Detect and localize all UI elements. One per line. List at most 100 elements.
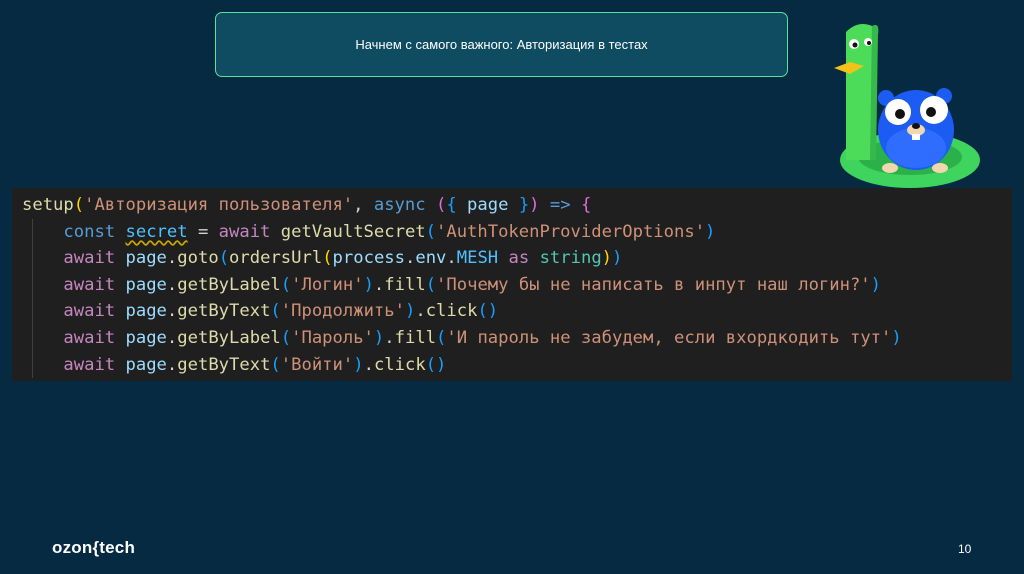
slide-title-box: Начнем с самого важного: Авторизация в т…	[215, 12, 788, 77]
code-token: const	[63, 221, 116, 242]
logo-text: ozon	[52, 538, 93, 557]
code-token: page	[467, 195, 509, 215]
code-token: (	[270, 301, 281, 322]
code-token: (	[435, 195, 447, 215]
code-token: await	[63, 248, 116, 269]
code-token: 'И пароль не забудем, если вхордкодить т…	[446, 327, 892, 348]
code-token: .	[363, 354, 374, 375]
code-token: 'Авторизация пользователя'	[84, 195, 354, 215]
code-token: as	[508, 248, 530, 269]
code-token: .	[166, 248, 178, 269]
code-token: goto	[177, 248, 219, 269]
code-token: 'Продолжить'	[280, 301, 405, 322]
gopher-and-green-duck-mascot-icon	[834, 24, 980, 188]
code-token: getByText	[177, 354, 271, 375]
code-token: )	[373, 327, 385, 348]
code-token: )	[529, 195, 540, 215]
code-token: .	[166, 274, 178, 295]
code-token: ordersUrl	[229, 248, 323, 269]
code-token: 'Войти'	[280, 354, 354, 375]
slide-title: Начнем с самого важного: Авторизация в т…	[355, 37, 648, 52]
code-token: 'AuthTokenProviderOptions'	[436, 221, 706, 242]
code-token: await	[63, 301, 116, 322]
indent-guide	[32, 245, 33, 272]
code-token: page	[125, 248, 167, 269]
code-token: (	[436, 327, 447, 348]
code-token: getVaultSecret	[280, 221, 426, 242]
code-line: const secret = await getVaultSecret('Aut…	[22, 218, 1012, 246]
code-token: )	[891, 327, 902, 348]
code-token: }	[518, 195, 530, 215]
indent-guide	[32, 271, 33, 299]
page-number: 10	[958, 542, 972, 556]
code-token: (	[425, 274, 437, 295]
code-token: (	[280, 274, 292, 295]
indent-guide	[32, 324, 33, 352]
ozon-tech-logo: ozon{tech	[52, 538, 135, 558]
code-token: getByText	[177, 301, 271, 322]
code-token: .	[384, 327, 395, 348]
indent-guide	[32, 351, 33, 379]
code-token: string	[539, 248, 602, 269]
presentation-slide: Начнем с самого важного: Авторизация в т…	[0, 0, 1024, 574]
code-token: (	[322, 248, 333, 269]
code-line: setup('Авторизация пользователя', async …	[22, 192, 1012, 219]
code-token: process	[332, 248, 405, 269]
code-token: )	[705, 221, 716, 242]
code-token: getByLabel	[177, 327, 281, 348]
code-token: 'Пароль'	[291, 327, 374, 348]
code-line: await page.getByLabel('Пароль').fill('И …	[22, 324, 1012, 352]
code-token: page	[125, 274, 167, 295]
code-token: .	[166, 327, 178, 348]
code-token: 'Логин'	[291, 274, 364, 295]
code-token: (	[425, 221, 436, 242]
code-token: fill	[384, 274, 426, 295]
code-token: click	[373, 354, 426, 375]
code-token: )	[353, 354, 364, 375]
code-token: )	[870, 274, 882, 295]
code-token: await	[218, 221, 271, 242]
code-token: .	[415, 301, 426, 322]
code-token: getByLabel	[177, 274, 281, 295]
code-token: .	[373, 274, 385, 295]
logo-suffix: tech	[99, 538, 136, 557]
code-line: await page.getByText('Войти').click()	[22, 351, 1012, 379]
code-token: (	[270, 354, 281, 375]
code-line: await page.getByText('Продолжить').click…	[22, 298, 1012, 325]
code-token: await	[63, 274, 116, 295]
code-token: 'Почему бы не написать в инпут наш логин…	[436, 274, 871, 295]
code-line: await page.goto(ordersUrl(process.env.ME…	[22, 245, 1012, 272]
code-token: .	[404, 248, 416, 269]
code-token: {	[446, 195, 457, 215]
code-token: ,	[353, 195, 374, 215]
indent-guide	[32, 298, 33, 325]
code-token: )	[601, 248, 613, 269]
code-token: (	[73, 195, 85, 215]
code-token: .	[446, 248, 457, 269]
code-token: ()	[425, 354, 447, 375]
code-token: )	[612, 248, 623, 269]
code-token: page	[125, 301, 167, 322]
code-line: await page.getByLabel('Логин').fill('Поч…	[22, 271, 1012, 299]
code-token: page	[125, 354, 167, 375]
code-token: click	[425, 301, 478, 322]
code-token: secret	[125, 221, 188, 242]
code-token: .	[166, 354, 178, 375]
code-token: (	[218, 248, 230, 269]
code-token: await	[63, 327, 116, 348]
code-token: )	[363, 274, 374, 295]
code-token: )	[404, 301, 416, 322]
